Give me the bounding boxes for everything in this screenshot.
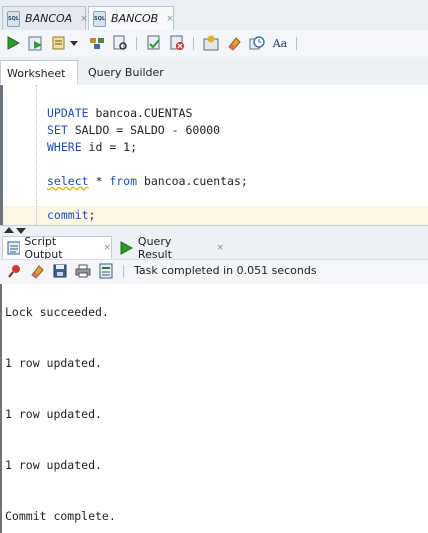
tab-bancoa[interactable]: SQL BANCOA ×: [2, 6, 88, 30]
sql-text: SALDO = SALDO - 60000: [67, 123, 221, 137]
tab-query-result[interactable]: Query Result ×: [116, 234, 224, 261]
commit-icon[interactable]: [145, 34, 163, 52]
pin-icon[interactable]: [6, 263, 22, 279]
sql-tuning-icon[interactable]: [111, 34, 129, 52]
close-icon[interactable]: ×: [103, 243, 111, 253]
code-line: UPDATE bancoa.CUENTAS: [47, 106, 192, 120]
status-text: Task completed in 0.051 seconds: [134, 264, 317, 277]
output-line: Lock succeeded.: [5, 305, 109, 319]
output-line: 1 row updated.: [5, 356, 102, 370]
sql-keyword: from: [109, 174, 138, 188]
toolbar-separator: [136, 37, 137, 50]
autotrace-icon[interactable]: [50, 34, 68, 52]
sql-text: bancoa.CUENTAS: [88, 106, 193, 120]
print-icon[interactable]: [75, 263, 91, 279]
code-line: select * from bancoa.cuentas;: [47, 174, 248, 188]
chevron-down-icon[interactable]: [69, 34, 79, 52]
eraser-icon[interactable]: [29, 263, 45, 279]
tab-label: BANCOB: [111, 12, 159, 25]
output-line: 1 row updated.: [5, 407, 102, 421]
sql-keyword: select: [47, 174, 89, 188]
toolbar-separator: [193, 37, 194, 50]
run-script-icon[interactable]: [27, 34, 45, 52]
tab-label: Script Output: [24, 235, 63, 261]
tab-label: BANCOA: [25, 12, 73, 25]
code-line: commit;: [47, 208, 95, 222]
sql-text: id = 1;: [81, 140, 138, 154]
save-icon[interactable]: [52, 263, 68, 279]
to-upper-lower-icon[interactable]: Aa: [271, 34, 289, 52]
sql-keyword: SET: [47, 123, 68, 137]
worksheet-toolbar: Aa: [0, 30, 428, 58]
output-line: 1 row updated.: [5, 458, 102, 472]
editor-gutter-guide: [36, 85, 37, 225]
sql-keyword: UPDATE: [47, 106, 89, 120]
sql-text: * from bancoa.cuentas;: [88, 174, 248, 188]
sql-keyword: commit: [47, 208, 89, 222]
output-toolbar: Task completed in 0.051 seconds: [0, 259, 428, 285]
close-icon[interactable]: ×: [216, 243, 224, 253]
sql-history-icon[interactable]: [248, 34, 266, 52]
connection-tab-bar: SQL BANCOA × SQL BANCOB ×: [0, 0, 428, 31]
tab-script-output[interactable]: Script Output ×: [2, 235, 112, 261]
close-icon[interactable]: ×: [166, 14, 174, 24]
tab-bancob[interactable]: SQL BANCOB ×: [88, 6, 174, 30]
run-statement-icon[interactable]: [4, 34, 22, 52]
script-output-icon: [7, 241, 21, 255]
toolbar-separator: [123, 265, 124, 278]
explain-plan-icon[interactable]: [88, 34, 106, 52]
run-icon: [120, 240, 133, 255]
sql-connection-icon: SQL: [93, 10, 107, 27]
document-icon[interactable]: [98, 263, 114, 279]
output-line: Commit complete.: [5, 509, 116, 523]
sql-keyword: WHERE: [47, 140, 82, 154]
close-icon[interactable]: ×: [80, 14, 88, 24]
tab-worksheet[interactable]: Worksheet: [0, 60, 78, 85]
splitter-arrows-icon[interactable]: [3, 226, 27, 235]
tab-query-builder[interactable]: Query Builder: [82, 60, 170, 85]
toolbar-separator: [296, 37, 297, 50]
rollback-icon[interactable]: [168, 34, 186, 52]
clear-eraser-icon[interactable]: [225, 34, 243, 52]
output-tab-bar: Script Output × Query Result ×: [0, 234, 428, 261]
tab-label: Query Result: [137, 234, 172, 261]
worksheet-tab-bar: Worksheet Query Builder: [0, 57, 428, 86]
sql-connection-icon: SQL: [7, 10, 21, 27]
code-line: SET SALDO = SALDO - 60000: [47, 123, 220, 137]
sql-text: ;: [88, 208, 96, 222]
code-line: WHERE id = 1;: [47, 140, 137, 154]
unshared-worksheet-icon[interactable]: [202, 34, 220, 52]
